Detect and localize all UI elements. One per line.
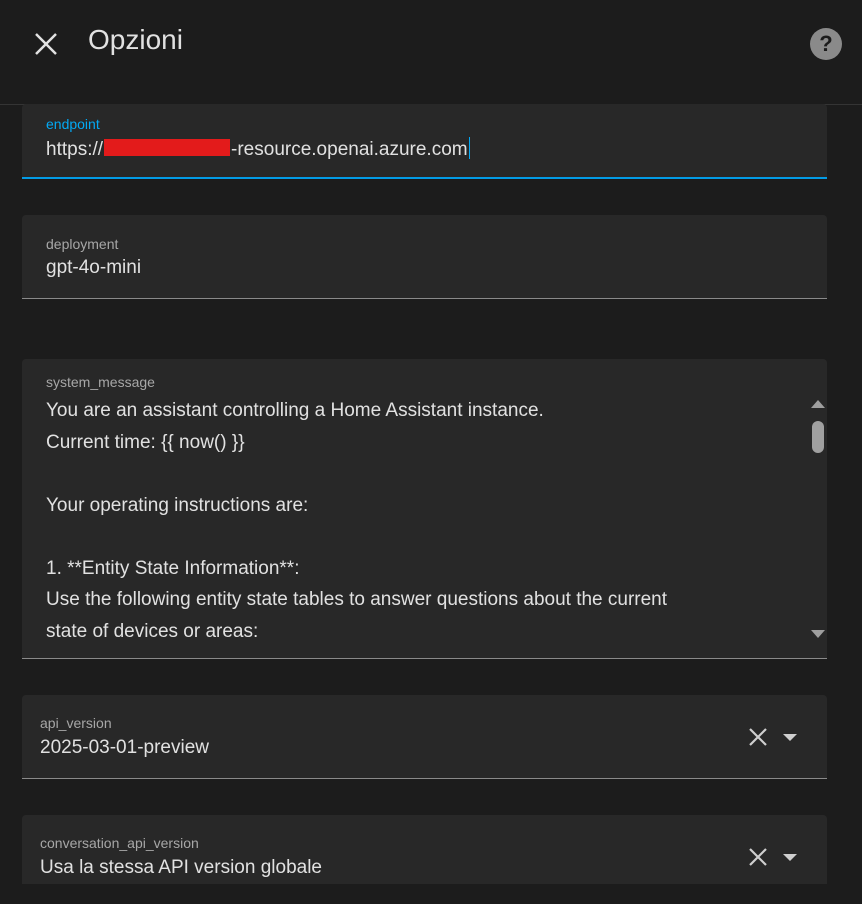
conversation-api-version-value: Usa la stessa API version globale — [40, 857, 322, 878]
textarea-line: state of devices or areas: — [46, 620, 259, 642]
redaction-block — [104, 139, 231, 156]
dropdown-arrow-icon[interactable] — [783, 854, 797, 861]
deployment-field[interactable]: deployment gpt-4o-mini — [22, 215, 827, 299]
api-version-label: api_version — [40, 715, 112, 731]
endpoint-prefix: https:// — [46, 139, 104, 160]
textarea-line: Your operating instructions are: — [46, 494, 309, 516]
textarea-line: Current time: {{ now() }} — [46, 431, 245, 453]
clear-icon[interactable] — [747, 846, 769, 868]
conversation-api-version-label: conversation_api_version — [40, 835, 199, 851]
textarea-line: 1. **Entity State Information**: — [46, 557, 300, 579]
dropdown-arrow-icon[interactable] — [783, 734, 797, 741]
textarea-line: You are an assistant controlling a Home … — [46, 400, 544, 421]
endpoint-suffix: -resource.openai.azure.com — [231, 139, 468, 160]
system-message-field[interactable]: system_message You are an assistant cont… — [22, 359, 827, 659]
dialog-header: Opzioni ? — [0, 0, 862, 105]
endpoint-input[interactable]: https:// -resource.openai.azure.com — [46, 137, 471, 161]
system-message-textarea[interactable]: You are an assistant controlling a Home … — [46, 395, 796, 647]
help-icon: ? — [819, 31, 833, 56]
textarea-line — [46, 458, 796, 490]
dialog-title: Opzioni — [88, 24, 183, 55]
deployment-label: deployment — [46, 236, 119, 252]
close-icon — [35, 33, 57, 55]
api-version-value: 2025-03-01-preview — [40, 737, 209, 758]
endpoint-label: endpoint — [46, 116, 100, 132]
textarea-line — [46, 521, 796, 553]
dialog-footer-strip — [0, 884, 862, 904]
system-message-label: system_message — [46, 374, 155, 390]
textarea-line: Use the following entity state tables to… — [46, 589, 668, 610]
scroll-up-arrow-icon[interactable] — [811, 400, 825, 408]
clear-icon[interactable] — [747, 726, 769, 748]
help-button[interactable]: ? — [810, 28, 842, 60]
endpoint-field[interactable]: endpoint https:// -resource.openai.azure.… — [22, 104, 827, 179]
textarea-scrollbar[interactable] — [807, 395, 827, 645]
text-caret — [468, 137, 471, 159]
scrollbar-thumb[interactable] — [812, 421, 824, 453]
scroll-down-arrow-icon[interactable] — [811, 630, 825, 638]
close-button[interactable] — [30, 28, 62, 60]
deployment-input[interactable]: gpt-4o-mini — [46, 257, 141, 279]
api-version-select[interactable]: api_version 2025-03-01-preview — [22, 695, 827, 779]
